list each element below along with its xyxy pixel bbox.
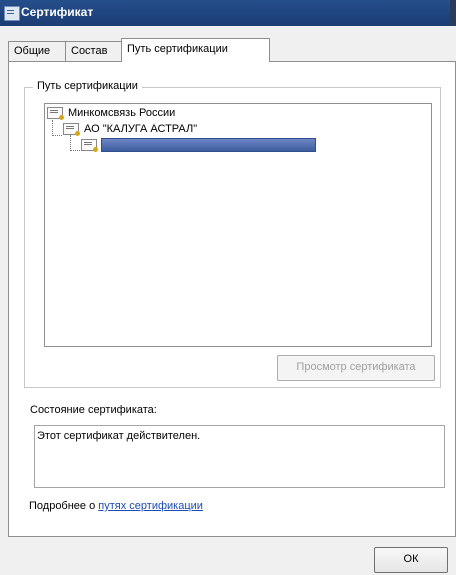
tree-node-selected-highlight — [102, 139, 315, 152]
tree-connector — [52, 135, 62, 136]
title-bar-edge — [450, 0, 456, 26]
tab-general[interactable]: Общие — [8, 41, 67, 61]
window-title: Сертификат — [21, 5, 94, 19]
certification-path-tree[interactable]: Минкомсвязь России АО "КАЛУГА АСТРАЛ" — [44, 103, 432, 347]
more-info-prefix: Подробнее о — [29, 500, 99, 512]
title-bar: Сертификат — [0, 0, 456, 26]
more-info: Подробнее о путях сертификации — [29, 500, 203, 512]
tree-node-root[interactable]: Минкомсвязь России — [47, 106, 175, 121]
certificate-status-text: Этот сертификат действителен. — [37, 430, 201, 442]
view-certificate-button[interactable]: Просмотр сертификата — [277, 355, 435, 381]
tree-node-selected[interactable] — [81, 138, 315, 153]
certificate-icon — [63, 123, 80, 137]
tree-connector — [70, 150, 80, 151]
ok-button[interactable]: ОК — [374, 547, 448, 573]
tree-node-intermediate[interactable]: АО "КАЛУГА АСТРАЛ" — [63, 122, 197, 137]
certification-path-group-label: Путь сертификации — [33, 80, 142, 92]
certificate-status-label: Состояние сертификата: — [30, 404, 157, 416]
certificate-icon — [81, 139, 98, 153]
certification-path-link[interactable]: путях сертификации — [98, 500, 203, 512]
tree-node-label: Минкомсвязь России — [68, 107, 176, 119]
tree-node-label: АО "КАЛУГА АСТРАЛ" — [84, 123, 198, 135]
tree-connector — [52, 120, 53, 136]
certificate-icon — [47, 107, 64, 121]
tree-connector — [70, 135, 71, 151]
certificate-status-box: Этот сертификат действителен. — [34, 425, 445, 488]
certificate-icon — [4, 6, 20, 21]
tab-certification-path[interactable]: Путь сертификации — [121, 38, 270, 62]
